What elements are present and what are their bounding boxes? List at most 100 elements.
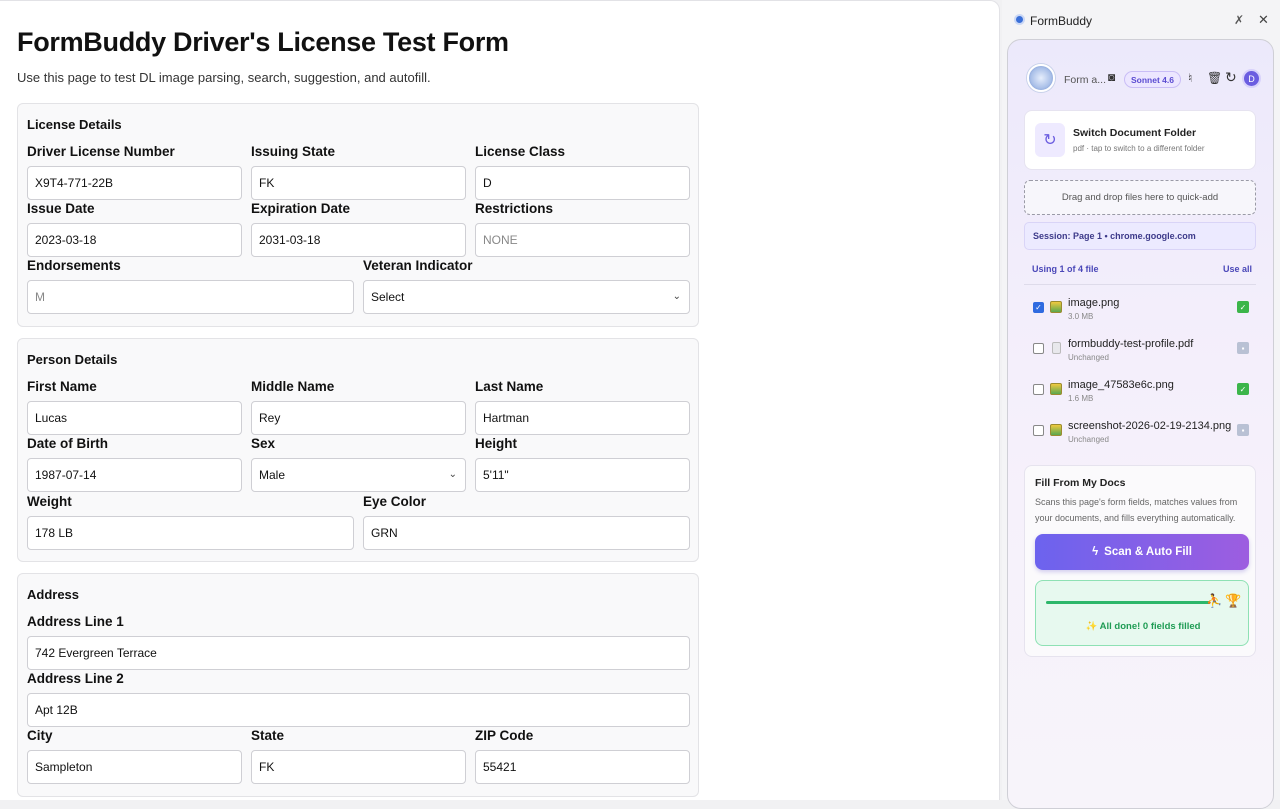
label-middle-name: Middle Name bbox=[251, 379, 335, 394]
image-file-icon bbox=[1050, 383, 1062, 395]
weight-input[interactable]: 178 LB bbox=[27, 516, 354, 550]
first-name-input[interactable]: Lucas bbox=[27, 401, 242, 435]
file-name: screenshot-2026-02-19-2134.png bbox=[1068, 420, 1232, 432]
close-icon[interactable]: ✕ bbox=[1258, 12, 1269, 28]
veteran-select-value: Select bbox=[371, 290, 405, 304]
camera-icon[interactable]: ◙ bbox=[1108, 70, 1115, 84]
session-info: Session: Page 1 • chrome.google.com bbox=[1024, 222, 1256, 250]
file-checkbox[interactable] bbox=[1033, 425, 1044, 436]
address-card: Address Address Line 1 742 Evergreen Ter… bbox=[17, 573, 699, 797]
file-meta: 3.0 MB bbox=[1068, 312, 1094, 321]
section-title-address: Address bbox=[27, 587, 80, 602]
label-issue-date: Issue Date bbox=[27, 201, 95, 216]
dob-input[interactable]: 1987-07-14 bbox=[27, 458, 242, 492]
profile-button[interactable]: D bbox=[1242, 69, 1261, 88]
model-badge[interactable]: Sonnet 4.6 bbox=[1124, 71, 1181, 88]
dl-number-input[interactable]: X9T4-771-22B bbox=[27, 166, 242, 200]
chevron-down-icon: ⌄ bbox=[448, 469, 457, 480]
mic-icon[interactable]: ♮ bbox=[1188, 71, 1192, 85]
zip-input[interactable]: 55421 bbox=[475, 750, 690, 784]
sex-select[interactable]: Male ⌄ bbox=[251, 458, 466, 492]
label-veteran-indicator: Veteran Indicator bbox=[363, 258, 473, 273]
file-item[interactable]: image_47583e6c.png 1.6 MB ✓ bbox=[1024, 371, 1256, 409]
scan-button-label: Scan & Auto Fill bbox=[1104, 546, 1192, 558]
progress-fill bbox=[1046, 601, 1210, 604]
file-checkbox[interactable]: ✓ bbox=[1033, 302, 1044, 313]
pin-icon[interactable]: ✗ bbox=[1234, 13, 1244, 27]
label-address-line-1: Address Line 1 bbox=[27, 614, 124, 629]
label-endorsements: Endorsements bbox=[27, 258, 121, 273]
refresh-icon[interactable]: ↻ bbox=[1225, 69, 1237, 86]
state-input[interactable]: FK bbox=[251, 750, 466, 784]
checkmark-icon: ✓ bbox=[1237, 301, 1249, 313]
file-name: image.png bbox=[1068, 297, 1120, 309]
eye-color-input[interactable]: GRN bbox=[363, 516, 690, 550]
file-usage-row: Using 1 of 4 file Use all bbox=[1024, 256, 1256, 285]
unchanged-status-icon: ▪ bbox=[1237, 342, 1249, 354]
checkmark-icon: ✓ bbox=[1237, 383, 1249, 395]
label-address-line-2: Address Line 2 bbox=[27, 671, 124, 686]
file-usage-text: Using 1 of 4 file bbox=[1032, 264, 1099, 274]
file-meta: Unchanged bbox=[1068, 353, 1109, 362]
file-item[interactable]: screenshot-2026-02-19-2134.png Unchanged… bbox=[1024, 412, 1256, 450]
file-checkbox[interactable] bbox=[1033, 384, 1044, 395]
middle-name-input[interactable]: Rey bbox=[251, 401, 466, 435]
label-state: State bbox=[251, 728, 285, 743]
scan-autofill-button[interactable]: ϟ Scan & Auto Fill bbox=[1035, 534, 1249, 570]
pdf-file-icon bbox=[1052, 342, 1061, 354]
use-all-link[interactable]: Use all bbox=[1223, 264, 1252, 274]
issue-date-input[interactable]: 2023-03-18 bbox=[27, 223, 242, 257]
switch-folder-subtitle: pdf · tap to switch to a different folde… bbox=[1073, 144, 1205, 153]
label-dob: Date of Birth bbox=[27, 436, 108, 451]
issuing-state-input[interactable]: FK bbox=[251, 166, 466, 200]
avatar[interactable] bbox=[1027, 64, 1055, 92]
sex-select-value: Male bbox=[259, 468, 286, 482]
label-license-class: License Class bbox=[475, 144, 566, 159]
label-eye-color: Eye Color bbox=[363, 494, 427, 509]
page-title: FormBuddy Driver's License Test Form bbox=[17, 27, 509, 57]
height-input[interactable]: 5'11" bbox=[475, 458, 690, 492]
trophy-icon: 🏆 bbox=[1225, 593, 1242, 608]
section-title-license: License Details bbox=[27, 117, 122, 132]
panel-toolbar: Form a... ◙ Sonnet 4.6 ♮ 🗑 ↻ D bbox=[1024, 60, 1261, 100]
address-line-1-input[interactable]: 742 Evergreen Terrace bbox=[27, 636, 690, 670]
file-drop-zone[interactable]: Drag and drop files here to quick-add bbox=[1024, 180, 1256, 215]
extension-panel: Form a... ◙ Sonnet 4.6 ♮ 🗑 ↻ D ↻ Switch … bbox=[1007, 39, 1274, 809]
fill-status-text: ✨ All done! 0 fields filled bbox=[1085, 621, 1201, 632]
expiration-date-input[interactable]: 2031-03-18 bbox=[251, 223, 466, 257]
last-name-input[interactable]: Hartman bbox=[475, 401, 690, 435]
file-name: formbuddy-test-profile.pdf bbox=[1068, 338, 1194, 350]
person-details-card: Person Details First Name Lucas Middle N… bbox=[17, 338, 699, 562]
license-class-input[interactable]: D bbox=[475, 166, 690, 200]
fill-card-description: Scans this page's form fields, matches v… bbox=[1035, 497, 1238, 523]
side-panel-title: FormBuddy bbox=[1030, 14, 1093, 28]
form-tag: Form a... bbox=[1064, 74, 1107, 86]
fill-card-title: Fill From My Docs bbox=[1035, 477, 1126, 489]
progress-bar bbox=[1046, 601, 1210, 604]
label-city: City bbox=[27, 728, 53, 743]
trash-icon[interactable]: 🗑 bbox=[1207, 71, 1222, 85]
fill-status-box: ⛹ 🏆 ✨ All done! 0 fields filled bbox=[1035, 580, 1249, 646]
label-height: Height bbox=[475, 436, 517, 451]
label-expiration-date: Expiration Date bbox=[251, 201, 351, 216]
address-line-2-input[interactable]: Apt 12B bbox=[27, 693, 690, 727]
lightning-icon: ϟ bbox=[1092, 546, 1099, 558]
switch-folder-icon: ↻ bbox=[1035, 123, 1065, 157]
side-panel-header: FormBuddy ✗ ✕ bbox=[1002, 0, 1280, 40]
section-title-person: Person Details bbox=[27, 352, 118, 367]
label-last-name: Last Name bbox=[475, 379, 544, 394]
switch-folder-card[interactable]: ↻ Switch Document Folder pdf · tap to sw… bbox=[1024, 110, 1256, 170]
file-item[interactable]: ✓ image.png 3.0 MB ✓ bbox=[1024, 289, 1256, 327]
file-checkbox[interactable] bbox=[1033, 343, 1044, 354]
label-first-name: First Name bbox=[27, 379, 97, 394]
restrictions-input[interactable]: NONE bbox=[475, 223, 690, 257]
image-file-icon bbox=[1050, 301, 1062, 313]
city-input[interactable]: Sampleton bbox=[27, 750, 242, 784]
runner-icon: ⛹ bbox=[1206, 593, 1223, 608]
endorsements-input[interactable]: M bbox=[27, 280, 354, 314]
file-meta: 1.6 MB bbox=[1068, 394, 1094, 403]
image-file-icon bbox=[1050, 424, 1062, 436]
label-sex: Sex bbox=[251, 436, 276, 451]
file-item[interactable]: formbuddy-test-profile.pdf Unchanged ▪ bbox=[1024, 330, 1256, 368]
veteran-indicator-select[interactable]: Select ⌄ bbox=[363, 280, 690, 314]
